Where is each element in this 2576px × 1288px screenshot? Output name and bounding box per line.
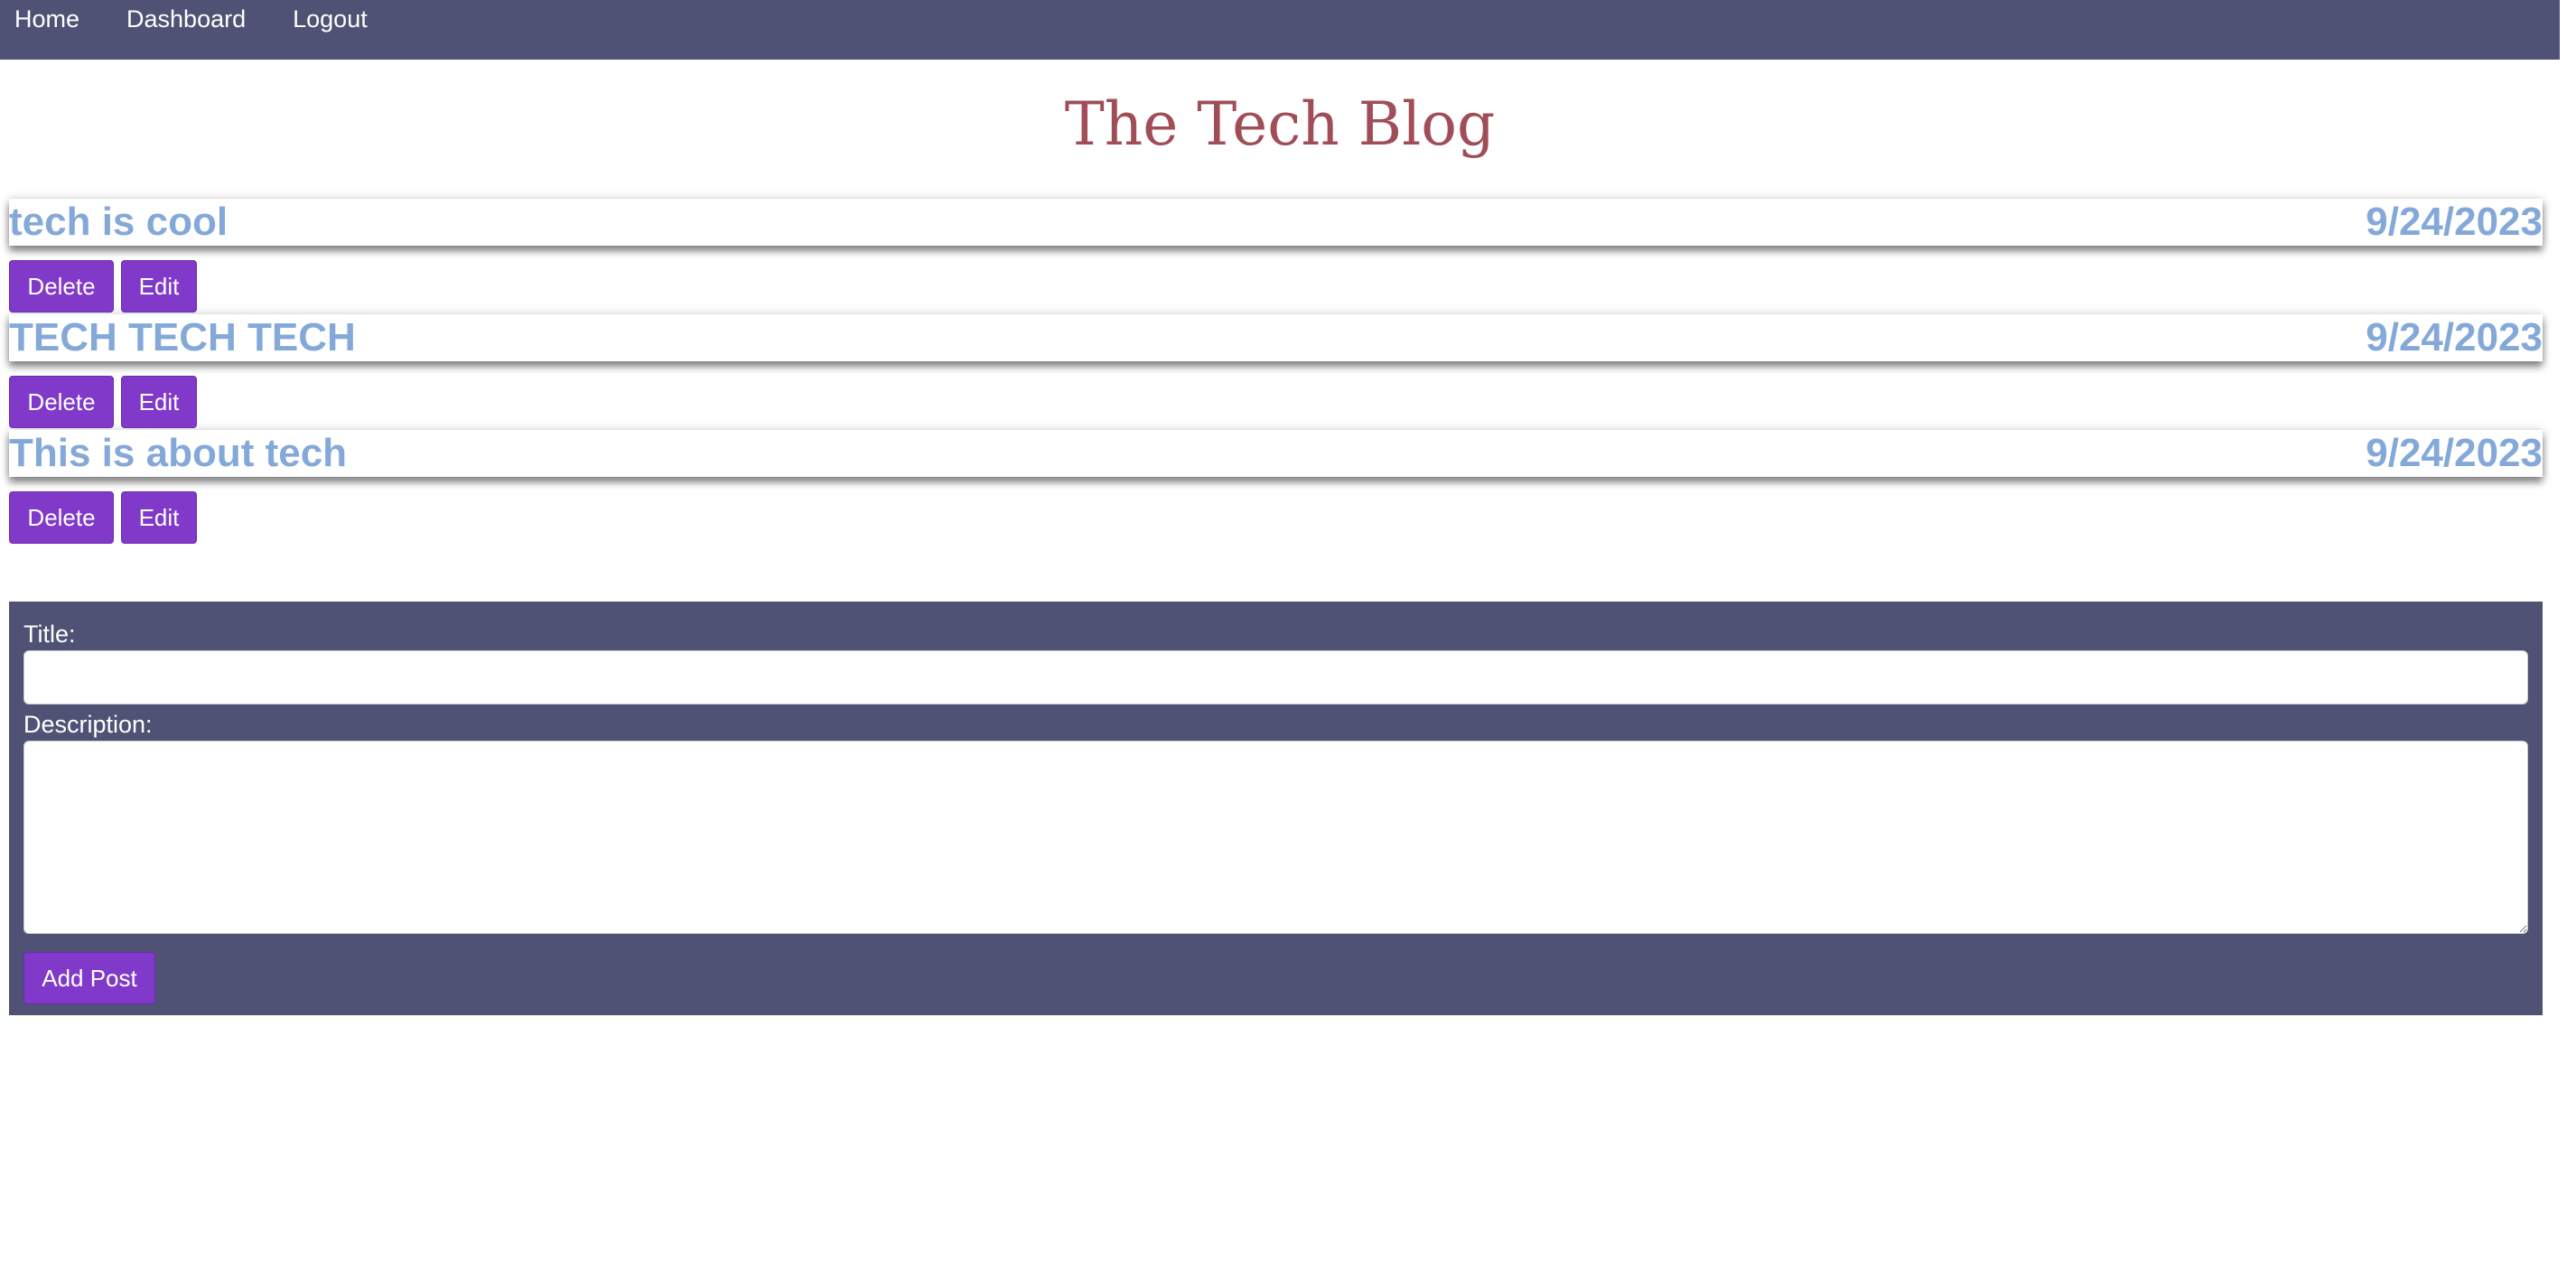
description-textarea[interactable] (23, 741, 2528, 934)
nav-link-home[interactable]: Home (14, 7, 79, 32)
post-actions: Delete Edit (9, 376, 2543, 428)
edit-post-button[interactable]: Edit (121, 491, 197, 544)
edit-post-button[interactable]: Edit (121, 376, 197, 428)
post-list: tech is cool 9/24/2023 Delete Edit TECH … (9, 199, 2543, 546)
post-date: 9/24/2023 (2366, 431, 2543, 475)
post-item: tech is cool 9/24/2023 Delete Edit (9, 199, 2543, 314)
add-post-button[interactable]: Add Post (23, 952, 155, 1004)
title-label: Title: (23, 621, 76, 648)
post-date: 9/24/2023 (2366, 200, 2543, 244)
post-title: This is about tech (9, 431, 348, 475)
nav-link-dashboard[interactable]: Dashboard (126, 7, 246, 32)
post-actions: Delete Edit (9, 491, 2543, 544)
delete-post-button[interactable]: Delete (9, 491, 114, 544)
post-title: tech is cool (9, 200, 229, 244)
new-post-form: Title: Description: Add Post (9, 602, 2543, 1015)
post-header[interactable]: tech is cool 9/24/2023 (9, 199, 2543, 246)
post-title: TECH TECH TECH (9, 315, 356, 359)
nav-link-logout[interactable]: Logout (293, 7, 368, 32)
delete-post-button[interactable]: Delete (9, 260, 114, 313)
top-navbar: Home Dashboard Logout (0, 0, 2560, 60)
post-header[interactable]: This is about tech 9/24/2023 (9, 430, 2543, 477)
post-item: TECH TECH TECH 9/24/2023 Delete Edit (9, 314, 2543, 430)
title-input[interactable] (23, 650, 2528, 705)
post-date: 9/24/2023 (2366, 315, 2543, 359)
post-header[interactable]: TECH TECH TECH 9/24/2023 (9, 314, 2543, 361)
delete-post-button[interactable]: Delete (9, 376, 114, 428)
post-item: This is about tech 9/24/2023 Delete Edit (9, 430, 2543, 546)
edit-post-button[interactable]: Edit (121, 260, 197, 313)
description-label: Description: (23, 711, 153, 738)
site-title: The Tech Blog (1064, 89, 1496, 159)
post-actions: Delete Edit (9, 260, 2543, 313)
